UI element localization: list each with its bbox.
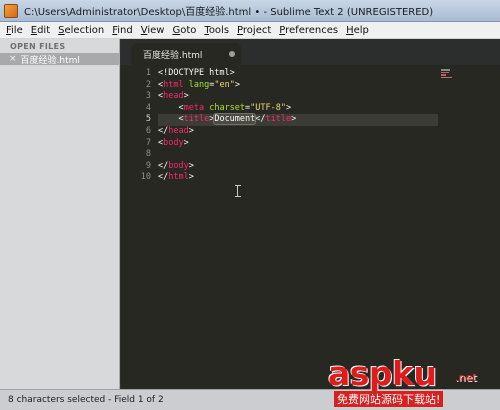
line-number: 1 (145, 68, 151, 78)
code-line[interactable]: <body> (158, 138, 438, 150)
line-number: 2 (145, 79, 151, 90)
sidebar: OPEN FILES × 百度经验.html (0, 39, 120, 389)
code-area[interactable]: <!DOCTYPE html> <html lang="en"> <head> <m… (158, 68, 438, 184)
code-token-punct: > (188, 160, 194, 171)
window-title: C:\Users\Administrator\Desktop\百度经验.html… (24, 7, 434, 18)
menu-preferences[interactable]: Preferences (279, 25, 338, 36)
code-token-punct: > (188, 172, 194, 183)
code-token-tag: html (168, 172, 189, 183)
code-token-punct: </ (158, 160, 169, 171)
line-number: 10 (140, 172, 151, 183)
code-editor[interactable]: 1 2 3 4 5 6 7 8 9 10 <!DOCTYPE html> <html lang="e… (121, 65, 500, 389)
sublime-app-icon (4, 3, 18, 18)
sidebar-open-file[interactable]: × 百度经验.html (0, 53, 119, 66)
code-line[interactable]: <title>Document</title> (158, 113, 438, 126)
watermark-domain: .net (455, 371, 477, 384)
line-number: 4 (145, 102, 151, 113)
code-token-tag: meta (183, 102, 205, 113)
menu-file[interactable]: File (6, 25, 23, 36)
menu-project[interactable]: Project (237, 25, 271, 36)
code-token-tag: body (163, 137, 184, 148)
sidebar-file-label: 百度经验.html (20, 55, 80, 66)
menu-selection[interactable]: Selection (58, 25, 104, 36)
code-line[interactable]: <head> (158, 91, 438, 103)
code-line[interactable]: <!DOCTYPE html> (158, 68, 438, 80)
tab-active-file[interactable]: 百度经验.html (131, 43, 241, 65)
menu-edit[interactable]: Edit (31, 25, 50, 36)
aspku-watermark: aspku .net 免费网站源码下载站! (328, 357, 500, 407)
code-token-punct: > (286, 102, 292, 113)
code-token-punct: </ (158, 125, 169, 136)
code-token-tag: head (163, 91, 184, 102)
code-token-attr: lang (188, 79, 210, 90)
status-selection-info: 8 characters selected - Field 1 of 2 (8, 395, 164, 405)
code-line[interactable]: </body> (158, 161, 438, 173)
text-cursor-icon (235, 185, 243, 197)
code-token-punct: <!DOCTYPE html> (158, 68, 235, 78)
code-token-str: "UTF-8" (250, 102, 286, 113)
code-line[interactable]: <meta charset="UTF-8"> (158, 103, 438, 115)
tab-bar: 百度经验.html (121, 39, 500, 65)
line-number: 3 (145, 91, 151, 102)
code-token-punct: > (291, 114, 297, 125)
code-line[interactable]: </html> (158, 172, 438, 184)
code-token-str: "en" (214, 79, 235, 90)
menu-bar: File Edit Selection Find View Goto Tools… (0, 22, 500, 39)
tab-label: 百度经验.html (143, 50, 203, 61)
selected-text: Document (213, 113, 257, 126)
code-token-tag: html (163, 79, 184, 90)
minimap[interactable] (441, 69, 455, 83)
title-bar: C:\Users\Administrator\Desktop\百度经验.html… (0, 0, 500, 22)
menu-tools[interactable]: Tools (204, 25, 229, 36)
code-token-tag: head (168, 125, 189, 136)
menu-find[interactable]: Find (112, 25, 133, 36)
code-token-attr: charset (209, 102, 246, 113)
code-token-punct: </ (158, 172, 169, 183)
code-token-punct: </ (255, 114, 266, 125)
open-files-heading: OPEN FILES (10, 42, 66, 51)
code-line[interactable] (158, 149, 438, 161)
line-number: 6 (145, 125, 151, 136)
line-number: 5 (145, 114, 151, 125)
code-token-tag: title (183, 114, 210, 125)
menu-help[interactable]: Help (346, 25, 369, 36)
watermark-tagline: 免费网站源码下载站! (334, 391, 444, 407)
menu-view[interactable]: View (141, 25, 165, 36)
menu-goto[interactable]: Goto (172, 25, 196, 36)
line-number: 8 (145, 149, 151, 160)
unsaved-dot-icon[interactable] (229, 51, 235, 57)
code-token-punct: > (183, 91, 189, 102)
code-line[interactable]: </head> (158, 126, 438, 138)
line-number: 7 (145, 137, 151, 148)
code-token-tag: body (168, 160, 189, 171)
close-icon[interactable]: × (9, 54, 17, 64)
code-token-punct: > (183, 137, 189, 148)
code-token-punct: > (188, 125, 194, 136)
line-number-gutter: 1 2 3 4 5 6 7 8 9 10 (121, 68, 151, 184)
code-line[interactable]: <html lang="en"> (158, 80, 438, 92)
line-number: 9 (145, 160, 151, 171)
code-token-tag: title (265, 114, 292, 125)
code-token-punct: > (234, 79, 240, 90)
